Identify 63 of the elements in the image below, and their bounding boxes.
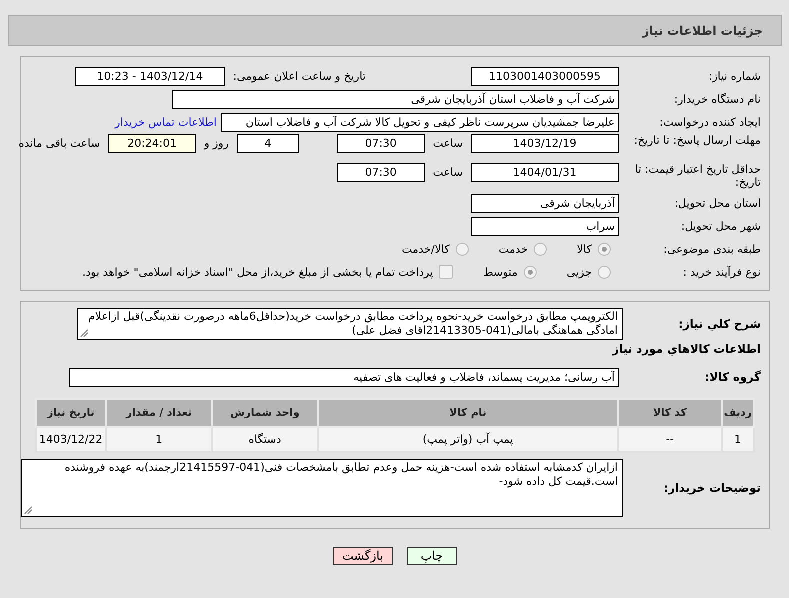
field-label: شهر محل تحویل: <box>680 220 762 232</box>
checkbox-label: پرداخت تمام یا بخشی از مبلغ خرید،از محل "اسناد خزانه اسلامی" خواهد بود. <box>82 266 434 278</box>
field-label: گروه کالا: <box>704 370 762 384</box>
field-label: نام دستگاه خریدار: <box>673 92 762 106</box>
field-label: شماره نیاز: <box>708 70 762 82</box>
column-header: تاریخ نیاز <box>36 399 106 427</box>
column-header: تعداد / مقدار <box>106 399 212 427</box>
validity-time-field: 07:30 <box>337 163 426 182</box>
field-label: ایجاد کننده درخواست: <box>658 116 762 128</box>
radio-button[interactable] <box>534 242 548 256</box>
field-label: استان محل تحویل: <box>674 196 762 210</box>
radio-button[interactable] <box>598 266 611 278</box>
column-header: واحد شمارش <box>212 399 318 427</box>
radio-label: کالا <box>577 242 592 256</box>
city-field: سراب <box>471 216 619 236</box>
table-cell: 1403/12/22 <box>36 427 106 452</box>
section-title: اطلاعات کالاهاي مورد نياز <box>611 342 762 356</box>
time-label: ساعت <box>433 136 463 152</box>
buyer-contact-link[interactable]: اطلاعات تماس خریدار <box>115 116 217 128</box>
field-label: تاریخ و ساعت اعلان عمومی: <box>233 70 366 82</box>
table-cell: دستگاه <box>212 427 318 452</box>
table-cell: پمپ آب (واتر پمپ) <box>318 427 618 452</box>
column-header: ردیف <box>722 399 754 427</box>
field-label: توضیحات خریدار: <box>662 481 762 495</box>
resize-grip-icon[interactable] <box>24 506 32 514</box>
page-title: جزئیات اطلاعات نیاز <box>642 24 763 38</box>
field-label: شرح کلي نياز: <box>678 317 762 331</box>
field-label: نوع فرآیند خرید : <box>682 266 762 278</box>
table-cell: 1 <box>722 427 754 452</box>
days-field: 4 <box>237 134 300 153</box>
radio-button[interactable] <box>456 242 469 256</box>
radio-button[interactable] <box>524 266 537 278</box>
table-cell: 1 <box>106 427 212 452</box>
resize-grip-icon[interactable] <box>80 329 88 337</box>
need-number-field: 1103001403000595 <box>471 66 619 86</box>
column-header: نام کالا <box>318 399 618 427</box>
validity-date-field: 1404/01/31 <box>471 163 619 182</box>
back-button[interactable]: بازگشت <box>333 547 393 565</box>
field-label: حداقل تاریخ اعتبار قیمت: تا تاریخ: <box>634 163 762 189</box>
announce-date-field: 1403/12/14 - 10:23 <box>75 66 226 86</box>
radio-label: خدمت <box>498 242 528 256</box>
description-field: الکتروپمپ مطابق درخواست خرید-نحوه پرداخت مطابق درخواست خرید(حداقل6ماهه درصورت نقدینگی)قبل ازاعلام امادگی هماهنگی بامالی(041-21413305اقای فضل علی) <box>77 308 623 340</box>
field-label: مهلت ارسال پاسخ: تا تاریخ: <box>633 134 762 147</box>
remaining-label: ساعت باقی مانده <box>18 136 100 152</box>
days-label: روز و <box>204 136 230 152</box>
radio-label: متوسط <box>483 266 518 278</box>
deadline-time-field: 07:30 <box>337 134 426 153</box>
buyer-field: شرکت آب و فاضلاب استان آذربایجان شرقی <box>172 90 619 108</box>
buyer-notes-field: ازایران کدمشابه استفاده شده است-هزینه حمل وعدم تطابق بامشخصات فنی(041-21415597ارجمند)به عهده فروشنده است.قیمت کل داده شود- <box>21 459 623 517</box>
remaining-time-field: 20:24:01 <box>108 134 196 153</box>
checkbox[interactable] <box>439 265 454 279</box>
radio-label: جزیی <box>566 266 592 278</box>
print-button[interactable]: چاپ <box>407 547 457 565</box>
province-field: آذربایجان شرقی <box>471 194 619 212</box>
table-cell: -- <box>618 427 722 452</box>
column-header: کد کالا <box>618 399 722 427</box>
requester-field: علیرضا جمشیدیان سرپرست ناظر کیفی و تحویل کالا شرکت آب و فاضلاب استان <box>221 112 619 132</box>
radio-button[interactable] <box>598 242 611 256</box>
time-label: ساعت <box>433 165 463 181</box>
field-label: طبقه بندی موضوعی: <box>662 242 762 256</box>
goods-group-field: آب رسانی؛ مدیریت پسماند، فاضلاب و فعالیت های تصفیه <box>69 368 619 386</box>
deadline-date-field: 1403/12/19 <box>471 134 619 153</box>
radio-label: کالا/خدمت <box>402 242 450 256</box>
